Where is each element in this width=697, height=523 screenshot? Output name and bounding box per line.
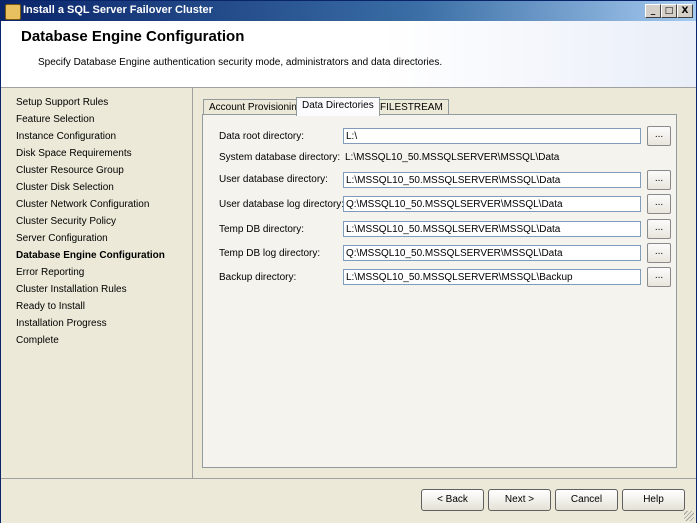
window-title: Install a SQL Server Failover Cluster	[23, 4, 213, 16]
nav-item-installation-progress[interactable]: Installation Progress	[16, 318, 107, 329]
data-root-label: Data root directory:	[219, 131, 305, 142]
nav-item-error-reporting[interactable]: Error Reporting	[16, 267, 84, 278]
nav-item-ready-to-install[interactable]: Ready to Install	[16, 301, 85, 312]
backup-label: Backup directory:	[219, 272, 297, 283]
nav-item-setup-support-rules[interactable]: Setup Support Rules	[16, 97, 108, 108]
nav-item-feature-selection[interactable]: Feature Selection	[16, 114, 94, 125]
nav-item-database-engine-configuration[interactable]: Database Engine Configuration	[16, 250, 165, 261]
user-db-label: User database directory:	[219, 174, 328, 185]
page-header: Database Engine Configuration Specify Da…	[1, 21, 696, 88]
temp-db-log-input[interactable]: Q:\MSSQL10_50.MSSQLSERVER\MSSQL\Data	[343, 245, 641, 261]
maximize-button[interactable]: □	[661, 4, 677, 18]
nav-item-cluster-installation-rules[interactable]: Cluster Installation Rules	[16, 284, 127, 295]
tab-filestream[interactable]: FILESTREAM	[374, 99, 449, 115]
nav-item-instance-configuration[interactable]: Instance Configuration	[16, 131, 116, 142]
minimize-button[interactable]: _	[645, 4, 661, 18]
nav-item-cluster-resource-group[interactable]: Cluster Resource Group	[16, 165, 124, 176]
nav-item-cluster-disk-selection[interactable]: Cluster Disk Selection	[16, 182, 114, 193]
setup-steps-nav: Setup Support Rules Feature Selection In…	[1, 88, 193, 478]
nav-item-cluster-network-configuration[interactable]: Cluster Network Configuration	[16, 199, 149, 210]
cancel-button[interactable]: Cancel	[555, 489, 618, 511]
nav-item-server-configuration[interactable]: Server Configuration	[16, 233, 108, 244]
backup-input[interactable]: L:\MSSQL10_50.MSSQLSERVER\MSSQL\Backup	[343, 269, 641, 285]
user-db-log-browse-button[interactable]: ...	[647, 194, 671, 214]
sql-server-setup-icon	[5, 4, 21, 20]
temp-db-log-browse-button[interactable]: ...	[647, 243, 671, 263]
user-db-browse-button[interactable]: ...	[647, 170, 671, 190]
tab-data-directories[interactable]: Data Directories	[296, 97, 380, 116]
data-directories-panel: Data root directory: L:\ ... System data…	[202, 114, 677, 468]
temp-db-input[interactable]: L:\MSSQL10_50.MSSQLSERVER\MSSQL\Data	[343, 221, 641, 237]
user-db-input[interactable]: L:\MSSQL10_50.MSSQLSERVER\MSSQL\Data	[343, 172, 641, 188]
data-root-browse-button[interactable]: ...	[647, 126, 671, 146]
resize-grip[interactable]	[684, 511, 694, 521]
next-button[interactable]: Next >	[488, 489, 551, 511]
data-directories-content: Data root directory: L:\ ... System data…	[203, 115, 676, 467]
temp-db-browse-button[interactable]: ...	[647, 219, 671, 239]
title-bar[interactable]: Install a SQL Server Failover Cluster _ …	[1, 1, 696, 21]
temp-db-log-label: Temp DB log directory:	[219, 248, 321, 259]
nav-item-cluster-security-policy[interactable]: Cluster Security Policy	[16, 216, 116, 227]
tab-account-provisioning[interactable]: Account Provisioning	[203, 99, 309, 115]
page-subtitle: Specify Database Engine authentication s…	[38, 57, 443, 68]
user-db-log-input[interactable]: Q:\MSSQL10_50.MSSQLSERVER\MSSQL\Data	[343, 196, 641, 212]
help-button[interactable]: Help	[622, 489, 685, 511]
page-title: Database Engine Configuration	[21, 28, 245, 45]
system-db-value: L:\MSSQL10_50.MSSQLSERVER\MSSQL\Data	[345, 152, 560, 163]
installer-window: Install a SQL Server Failover Cluster _ …	[0, 0, 697, 523]
nav-item-disk-space-requirements[interactable]: Disk Space Requirements	[16, 148, 132, 159]
back-button[interactable]: < Back	[421, 489, 484, 511]
system-db-label: System database directory:	[219, 152, 341, 163]
backup-browse-button[interactable]: ...	[647, 267, 671, 287]
user-db-log-label: User database log directory:	[219, 199, 345, 210]
wizard-footer: < Back Next > Cancel Help	[1, 478, 696, 523]
data-root-input[interactable]: L:\	[343, 128, 641, 144]
close-button[interactable]: X	[677, 4, 693, 18]
nav-item-complete[interactable]: Complete	[16, 335, 59, 346]
temp-db-label: Temp DB directory:	[219, 224, 305, 235]
